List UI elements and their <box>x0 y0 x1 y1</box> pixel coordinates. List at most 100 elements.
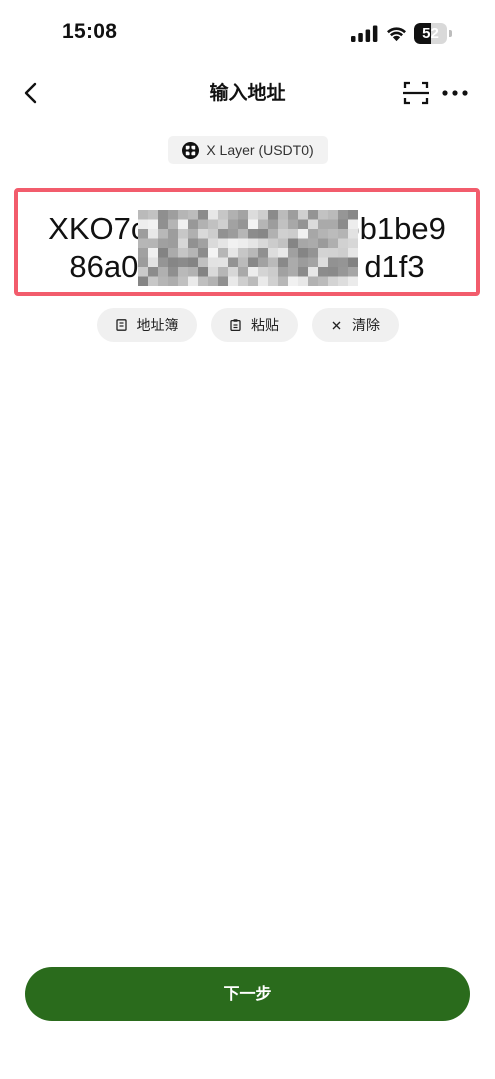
scan-icon[interactable] <box>402 80 430 106</box>
redaction-pixel <box>188 219 199 230</box>
redaction-pixel <box>278 257 289 268</box>
redaction-pixel <box>318 248 329 258</box>
redaction-pixel <box>238 257 249 268</box>
redaction-pixel <box>328 248 339 258</box>
redaction-pixel <box>348 229 358 239</box>
redaction-pixel <box>278 248 289 258</box>
redaction-pixel <box>318 229 329 239</box>
redaction-pixel <box>298 229 309 239</box>
redaction-pixel <box>168 210 179 220</box>
battery-cap <box>449 30 452 37</box>
redaction-pixel <box>138 276 149 286</box>
redaction-pixel <box>338 229 349 239</box>
redaction-pixel <box>268 229 279 239</box>
redaction-pixel <box>268 238 279 249</box>
redaction-pixel <box>328 257 339 268</box>
redaction-pixel <box>168 238 179 249</box>
redaction-pixel <box>218 229 229 239</box>
network-selector[interactable]: X Layer (USDT0) <box>168 136 328 164</box>
redaction-pixel <box>178 219 189 230</box>
redaction-pixel <box>338 276 349 286</box>
redaction-pixel <box>148 229 159 239</box>
battery-icon: 52 <box>414 23 452 44</box>
redaction-pixel <box>178 257 189 268</box>
redaction-pixel <box>278 267 289 277</box>
redaction-pixel <box>328 276 339 286</box>
redaction-pixel <box>268 248 279 258</box>
redaction-pixel <box>248 238 259 249</box>
redaction-pixel <box>318 276 329 286</box>
address-book-button[interactable]: 地址簿 <box>97 308 197 342</box>
clear-x-icon <box>332 321 341 330</box>
redaction-pixel <box>228 238 239 249</box>
address-input[interactable]: XKO7c ob1be9 86a0 d1f3 <box>14 188 480 296</box>
redaction-pixel <box>238 229 249 239</box>
redaction-pixel <box>178 267 189 277</box>
redaction-pixel <box>218 248 229 258</box>
redaction-pixel <box>348 210 358 220</box>
status-time: 15:08 <box>62 20 118 43</box>
redaction-pixel <box>228 267 239 277</box>
redaction-pixel <box>248 210 259 220</box>
redaction-pixel <box>168 276 179 286</box>
redaction-pixel <box>288 210 299 220</box>
redaction-pixel <box>228 229 239 239</box>
redaction-pixel <box>308 210 319 220</box>
redaction-pixel <box>318 267 329 277</box>
redaction-pixel <box>208 248 219 258</box>
redaction-pixel <box>228 248 239 258</box>
redaction-pixel <box>308 219 319 230</box>
redaction-pixel <box>248 276 259 286</box>
redaction-pixel <box>258 229 269 239</box>
redaction-pixel <box>208 257 219 268</box>
redaction-pixel <box>278 229 289 239</box>
next-step-button[interactable]: 下一步 <box>25 967 470 1021</box>
address-line-1-start: XKO7c <box>48 211 147 246</box>
redaction-pixel <box>168 219 179 230</box>
paste-button[interactable]: 粘贴 <box>211 308 298 342</box>
redaction-pixel <box>238 210 249 220</box>
redaction-pixel <box>268 210 279 220</box>
more-dots-icon[interactable] <box>440 80 470 106</box>
redaction-pixel <box>298 210 309 220</box>
redaction-pixel <box>348 238 358 249</box>
redaction-pixel <box>278 210 289 220</box>
redaction-pixel <box>168 257 179 268</box>
redaction-pixel <box>248 267 259 277</box>
redaction-pixel <box>198 276 209 286</box>
redaction-pixel <box>288 257 299 268</box>
redaction-pixel <box>198 219 209 230</box>
address-line-2-start: 86a0 <box>69 249 139 284</box>
redaction-pixel <box>148 210 159 220</box>
redaction-pixel <box>148 219 159 230</box>
redaction-pixel <box>198 210 209 220</box>
redaction-pixel <box>178 276 189 286</box>
redaction-pixel <box>148 248 159 258</box>
redaction-pixel <box>198 229 209 239</box>
redaction-pixel <box>248 219 259 230</box>
redaction-pixel <box>278 219 289 230</box>
redaction-pixel <box>228 257 239 268</box>
redaction-pixel <box>298 276 309 286</box>
redaction-pixel <box>318 210 329 220</box>
redaction-pixel <box>258 219 269 230</box>
redaction-pixel <box>138 238 149 249</box>
signal-icon <box>351 25 378 42</box>
redaction-pixel <box>238 276 249 286</box>
redaction-pixel <box>188 238 199 249</box>
redaction-pixel <box>348 248 358 258</box>
redaction-pixel <box>318 257 329 268</box>
redaction-pixel <box>318 219 329 230</box>
redaction-pixel <box>338 238 349 249</box>
redaction-pixel <box>148 276 159 286</box>
redaction-pixel <box>138 248 149 258</box>
redaction-pixel <box>158 248 169 258</box>
redaction-pixel <box>338 257 349 268</box>
redaction-pixel <box>308 248 319 258</box>
redaction-pixel <box>208 238 219 249</box>
redaction-pixel <box>208 219 219 230</box>
clear-button[interactable]: 清除 <box>312 308 399 342</box>
redaction-pixel <box>288 219 299 230</box>
redaction-pixel <box>218 276 229 286</box>
redaction-pixel <box>138 219 149 230</box>
